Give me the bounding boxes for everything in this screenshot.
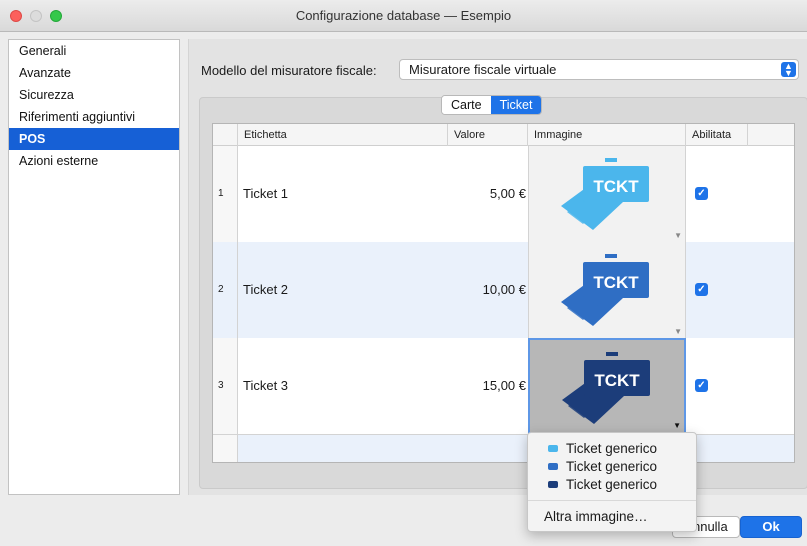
row-image-well[interactable]: TCKT ▼	[528, 242, 686, 338]
enabled-checkbox[interactable]: ✓	[695, 283, 708, 296]
sidebar-item-avanzate[interactable]: Avanzate	[9, 62, 179, 84]
settings-panel: Modello del misuratore fiscale: Misurato…	[188, 39, 807, 495]
modello-select[interactable]: Misuratore fiscale virtuale ▲ ▼	[399, 59, 799, 80]
row-number: 1	[213, 146, 238, 242]
table-row[interactable]: 1 Ticket 1 5,00 € TCKT ▼ ✓	[213, 146, 794, 242]
row-image-well-selected[interactable]: TCKT ▼	[528, 338, 686, 434]
tab-carte[interactable]: Carte	[442, 96, 491, 114]
ticket-light-icon	[548, 445, 558, 452]
menu-item-ticket-generico-medium[interactable]: Ticket generico	[528, 458, 696, 476]
svg-text:TCKT: TCKT	[593, 273, 639, 292]
row-number	[213, 435, 238, 462]
menu-item-altra-immagine[interactable]: Altra immagine…	[544, 508, 648, 526]
ticket-medium-icon	[548, 463, 558, 470]
row-label[interactable]: Ticket 2	[243, 242, 288, 338]
svg-text:TCKT: TCKT	[594, 371, 640, 390]
sidebar-item-pos[interactable]: POS	[9, 128, 179, 150]
modello-label: Modello del misuratore fiscale:	[201, 63, 377, 78]
menu-item-label: Ticket generico	[566, 459, 658, 474]
ticket-table: Etichetta Valore Immagine Abilitata 1 Ti…	[212, 123, 795, 463]
svg-text:TCKT: TCKT	[593, 177, 639, 196]
title-bar: Configurazione database — Esempio	[0, 0, 807, 32]
image-dropdown-icon: ▼	[674, 327, 682, 336]
sidebar-item-riferimenti-aggiuntivi[interactable]: Riferimenti aggiuntivi	[9, 106, 179, 128]
table-row[interactable]: 3 Ticket 3 15,00 € TCKT ▼ ✓	[213, 338, 794, 434]
enabled-checkbox[interactable]: ✓	[695, 187, 708, 200]
enabled-checkbox[interactable]: ✓	[695, 379, 708, 392]
header-rownum	[213, 124, 238, 146]
sidebar-item-sicurezza[interactable]: Sicurezza	[9, 84, 179, 106]
header-valore[interactable]: Valore	[448, 124, 528, 146]
modello-select-value: Misuratore fiscale virtuale	[409, 62, 557, 77]
sidebar: Generali Avanzate Sicurezza Riferimenti …	[8, 39, 180, 495]
row-label[interactable]: Ticket 1	[243, 146, 288, 242]
table-row[interactable]: 2 Ticket 2 10,00 € TCKT ▼ ✓	[213, 242, 794, 338]
ticket-dark-icon	[548, 481, 558, 488]
row-value[interactable]: 5,00 €	[448, 146, 526, 242]
row-value[interactable]: 10,00 €	[448, 242, 526, 338]
menu-item-ticket-generico-dark[interactable]: Ticket generico	[528, 476, 696, 494]
header-etichetta[interactable]: Etichetta	[238, 124, 448, 146]
row-image-well[interactable]: TCKT ▼	[528, 146, 686, 242]
tab-ticket[interactable]: Ticket	[490, 96, 542, 114]
empty-table-row	[213, 434, 794, 462]
ticket-image-icon: TCKT	[562, 352, 650, 424]
ticket-image-icon: TCKT	[561, 254, 649, 326]
row-number: 2	[213, 242, 238, 338]
header-abilitata[interactable]: Abilitata	[686, 124, 748, 146]
image-dropdown-icon: ▼	[673, 421, 681, 430]
window-title: Configurazione database — Esempio	[295, 8, 512, 23]
sidebar-item-azioni-esterne[interactable]: Azioni esterne	[9, 150, 179, 172]
row-label[interactable]: Ticket 3	[243, 338, 288, 434]
select-arrows-icon: ▲ ▼	[781, 62, 796, 78]
menu-item-label: Ticket generico	[566, 477, 658, 492]
ticket-image-icon: TCKT	[561, 158, 649, 230]
row-value[interactable]: 15,00 €	[448, 338, 526, 434]
table-header: Etichetta Valore Immagine Abilitata	[213, 124, 794, 146]
image-popup-menu: Ticket generico Ticket generico Ticket g…	[527, 432, 697, 532]
menu-item-label: Ticket generico	[566, 441, 658, 456]
sidebar-item-generali[interactable]: Generali	[9, 40, 179, 62]
menu-item-ticket-generico-light[interactable]: Ticket generico	[528, 440, 696, 458]
header-immagine[interactable]: Immagine	[528, 124, 686, 146]
row-number: 3	[213, 338, 238, 434]
image-dropdown-icon: ▼	[674, 231, 682, 240]
menu-separator	[528, 500, 696, 501]
ok-button[interactable]: Ok	[740, 516, 802, 538]
tab-segmented-control: Carte Ticket	[441, 95, 543, 115]
